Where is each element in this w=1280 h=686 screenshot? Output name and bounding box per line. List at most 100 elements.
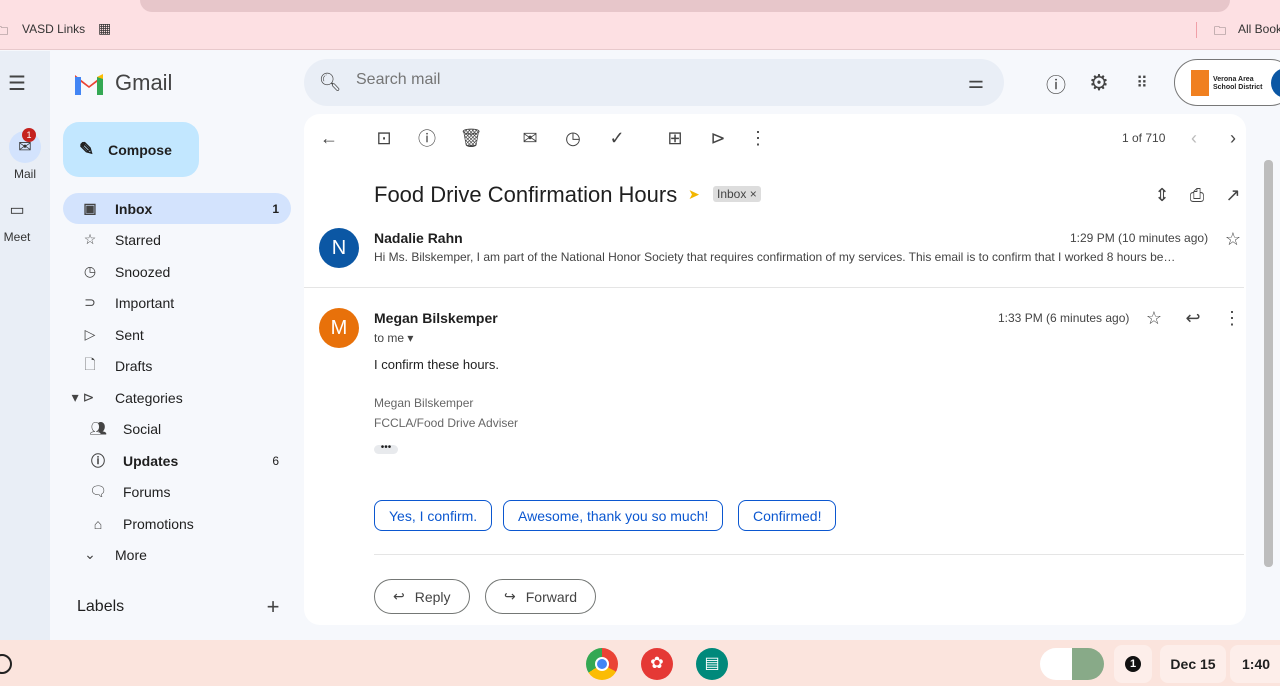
sidebar-item-sent[interactable]: ▷ Sent: [63, 319, 291, 350]
delete-icon[interactable]: 🗑︎: [457, 124, 485, 152]
filter-options-icon[interactable]: ⚌: [964, 70, 988, 94]
important-icon: ⊃: [84, 294, 96, 310]
forum-icon: 🗨: [89, 483, 107, 499]
prev-icon[interactable]: ‹: [1180, 124, 1208, 152]
compose-label: Compose: [108, 141, 172, 158]
star-icon[interactable]: ☆: [1143, 307, 1165, 329]
address-bar[interactable]: [140, 0, 1230, 12]
label: Inbox: [717, 187, 747, 201]
menu-icon[interactable]: ☰: [4, 70, 30, 96]
label: Reply: [414, 588, 451, 605]
smart-reply-1[interactable]: Yes, I confirm.: [374, 500, 493, 531]
scrollbar[interactable]: [1264, 160, 1273, 567]
sidebar-item-promotions[interactable]: ⌂ Promotions: [63, 508, 291, 539]
show-trimmed-icon[interactable]: •••: [374, 443, 398, 454]
label-icon[interactable]: ⊳: [704, 124, 732, 152]
classroom-app-icon[interactable]: ▤: [696, 648, 728, 680]
gmail-logo[interactable]: Gmail: [73, 70, 172, 96]
important-marker-icon[interactable]: ➤: [688, 186, 700, 203]
label: Snoozed: [115, 263, 171, 280]
canvas-app-icon[interactable]: ✿: [641, 648, 673, 680]
chrome-icon[interactable]: [586, 648, 618, 680]
count: 1: [272, 201, 279, 216]
inbox-icon: ▣: [83, 200, 97, 216]
expand-all-icon[interactable]: ⇕: [1148, 181, 1176, 209]
print-icon[interactable]: ⎙: [1183, 181, 1211, 209]
folder-icon: 🗀: [0, 24, 9, 38]
people-icon: 👥︎: [89, 420, 107, 436]
smart-reply-2[interactable]: Awesome, thank you so much!: [503, 500, 724, 531]
star-icon: ☆: [83, 231, 97, 247]
reply-icon: ↩: [393, 588, 405, 604]
sidebar-item-drafts[interactable]: 🗋 Drafts: [63, 350, 291, 381]
rail-meet[interactable]: ▭ Meet: [0, 194, 42, 244]
forward-button[interactable]: ↪ Forward: [485, 579, 597, 614]
date[interactable]: Dec 15: [1160, 645, 1226, 683]
more-vert-icon[interactable]: ⋮: [1221, 307, 1243, 329]
back-icon[interactable]: ←: [315, 124, 343, 152]
tote-thumbnails[interactable]: [1040, 648, 1104, 680]
settings-icon[interactable]: ⚙: [1086, 70, 1112, 96]
gmail-m-icon: [75, 74, 103, 95]
label: Promotions: [123, 515, 194, 532]
sidebar-item-updates[interactable]: ⓘ Updates 6: [63, 445, 291, 476]
add-label-icon[interactable]: +: [262, 594, 284, 619]
rail-mail-label: Mail: [13, 167, 36, 181]
divider: [304, 287, 1244, 288]
signature-title: FCCLA/Food Drive Adviser: [374, 416, 519, 430]
video-icon: ▭: [9, 202, 25, 219]
label: Drafts: [115, 357, 153, 374]
draft-icon: 🗋: [84, 355, 96, 372]
apps-icon[interactable]: ▦: [98, 20, 111, 37]
star-icon[interactable]: ☆: [1222, 228, 1244, 250]
mail-badge: 1: [22, 128, 36, 142]
label: Important: [115, 294, 175, 311]
help-icon[interactable]: ⓘ: [1043, 70, 1069, 97]
account-switcher[interactable]: Verona Area School District: [1174, 59, 1280, 106]
reply-icon[interactable]: ↩: [1182, 307, 1204, 329]
sidebar-more[interactable]: ⌄ More: [63, 539, 291, 570]
apps-grid-icon[interactable]: ⠿: [1129, 70, 1155, 96]
bookmark-all[interactable]: All Bookmarks: [1238, 22, 1280, 36]
snooze-icon[interactable]: ◷: [559, 124, 587, 152]
bookmark-vasd-links[interactable]: VASD Links: [22, 22, 85, 36]
clock[interactable]: 1:40: [1230, 645, 1280, 683]
divider: [374, 554, 1244, 555]
message-time: 1:33 PM (6 minutes ago): [998, 311, 1130, 325]
sidebar-item-social[interactable]: 👥︎ Social: [63, 413, 291, 444]
sidebar-item-starred[interactable]: ☆ Starred: [63, 224, 291, 255]
avatar[interactable]: [1271, 68, 1280, 98]
more-vert-icon[interactable]: ⋮: [744, 124, 772, 152]
sidebar-item-snoozed[interactable]: ◷ Snoozed: [63, 256, 291, 287]
label: Updates: [123, 452, 179, 469]
report-spam-icon[interactable]: ⓘ: [413, 124, 441, 152]
label: Inbox: [115, 200, 153, 217]
mark-unread-icon[interactable]: ✉: [516, 124, 544, 152]
sidebar-item-important[interactable]: ⊃ Important: [63, 287, 291, 318]
browser-bar: 🗀 VASD Links ▦ 🗀 All Bookmarks: [0, 0, 1280, 50]
sidebar-item-categories[interactable]: ▾ ⊳ Categories: [63, 382, 291, 413]
reply-button[interactable]: ↩ Reply: [374, 579, 470, 614]
next-icon[interactable]: ›: [1219, 124, 1247, 152]
search-bar[interactable]: 🔍︎ ⚌: [304, 59, 1004, 106]
add-task-icon[interactable]: ✓: [603, 124, 631, 152]
compose-button[interactable]: ✎ Compose: [63, 122, 199, 177]
sidebar-item-inbox[interactable]: ▣ Inbox 1: [63, 193, 291, 224]
sidebar-item-forums[interactable]: 🗨 Forums: [63, 476, 291, 507]
archive-icon[interactable]: ⊡: [370, 124, 398, 152]
recipient-dropdown[interactable]: to me ▾: [374, 331, 413, 345]
notification-count: 1: [1125, 656, 1141, 672]
org-logo-text: Verona Area School District: [1213, 76, 1263, 91]
search-input[interactable]: [356, 71, 916, 89]
message-snippet[interactable]: Hi Ms. Bilskemper, I am part of the Nati…: [374, 250, 1244, 264]
inbox-label-chip[interactable]: Inbox ×: [713, 186, 761, 202]
open-new-window-icon[interactable]: ↗: [1219, 181, 1247, 209]
divider: [1196, 22, 1197, 38]
sender-name: Nadalie Rahn: [374, 230, 463, 246]
search-icon[interactable]: 🔍︎: [318, 70, 342, 94]
notifications[interactable]: 1: [1114, 645, 1152, 683]
smart-reply-3[interactable]: Confirmed!: [738, 500, 837, 531]
move-to-icon[interactable]: ⊞: [661, 124, 689, 152]
tag-icon: ⌂: [93, 515, 103, 532]
to-label: to me: [374, 331, 405, 345]
